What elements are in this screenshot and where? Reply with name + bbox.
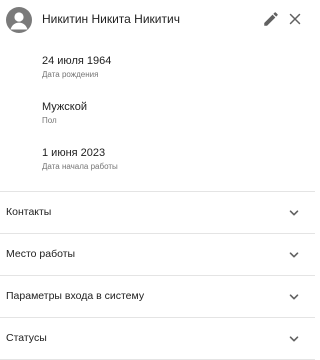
gender-field: Мужской Пол (42, 100, 87, 126)
employee-name: Никитин Никита Никитич (42, 12, 180, 26)
chevron-down-icon (288, 249, 300, 261)
start-date-label: Дата начала работы (42, 162, 118, 171)
avatar-icon (6, 7, 32, 33)
section-title: Статусы (6, 332, 47, 344)
sections-accordion: Контакты Место работы Параметры входа в … (0, 191, 315, 360)
close-icon (289, 13, 301, 25)
birth-date-label: Дата рождения (42, 70, 99, 79)
employee-card: Никитин Никита Никитич 24 июля 1964 Дата… (0, 0, 315, 360)
start-date-field: 1 июня 2023 Дата начала работы (42, 146, 118, 172)
section-login-settings[interactable]: Параметры входа в систему (0, 275, 315, 317)
section-title: Место работы (6, 248, 76, 260)
edit-button[interactable] (262, 10, 280, 28)
card-header: Никитин Никита Никитич (0, 0, 315, 38)
section-title: Параметры входа в систему (6, 290, 145, 302)
start-date-value: 1 июня 2023 (42, 147, 106, 159)
close-button[interactable] (286, 10, 304, 28)
section-workplace[interactable]: Место работы (0, 233, 315, 275)
section-contacts[interactable]: Контакты (0, 191, 315, 233)
birth-date-value: 24 июля 1964 (42, 55, 112, 67)
chevron-down-icon (288, 207, 300, 219)
section-statuses[interactable]: Статусы (0, 317, 315, 360)
chevron-down-icon (288, 291, 300, 303)
gender-value: Мужской (42, 101, 87, 113)
section-title: Контакты (6, 206, 52, 218)
pencil-icon (264, 12, 278, 26)
birth-date-field: 24 июля 1964 Дата рождения (42, 54, 111, 80)
gender-label: Пол (42, 116, 57, 125)
chevron-down-icon (288, 333, 300, 345)
